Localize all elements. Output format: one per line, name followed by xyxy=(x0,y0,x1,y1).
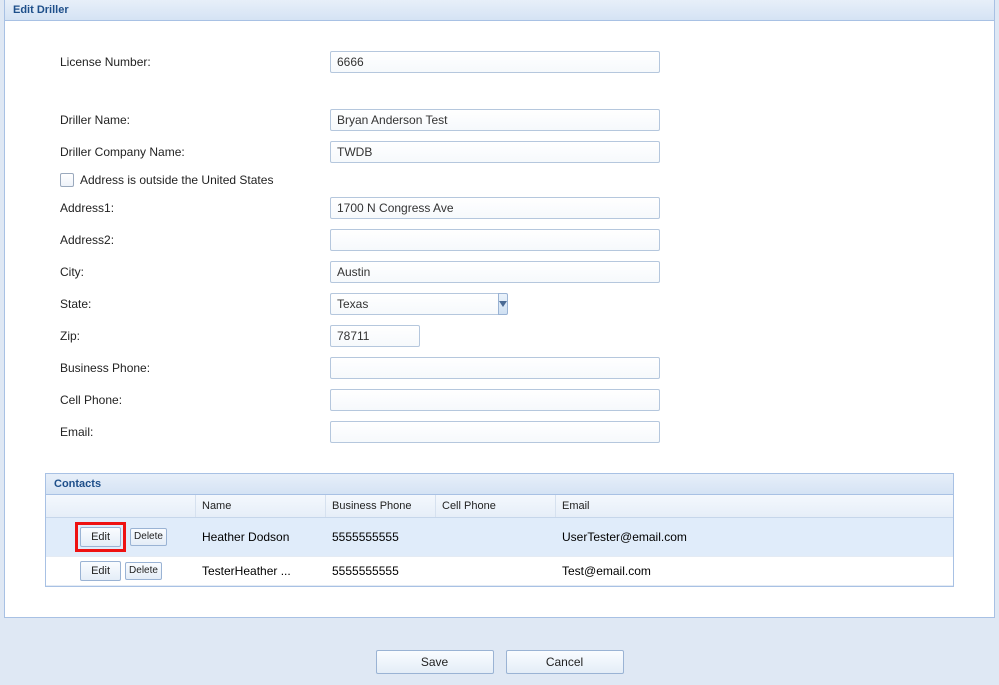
contact-email: Test@email.com xyxy=(556,560,953,582)
address1-label: Address1: xyxy=(60,201,330,215)
zip-input[interactable] xyxy=(330,325,420,347)
address2-label: Address2: xyxy=(60,233,330,247)
city-input[interactable] xyxy=(330,261,660,283)
edit-button[interactable]: Edit xyxy=(80,561,121,581)
contact-email: UserTester@email.com xyxy=(556,526,953,548)
delete-button[interactable]: Delete xyxy=(125,562,162,580)
address1-row: Address1: xyxy=(60,197,939,219)
chevron-down-icon xyxy=(499,301,507,307)
contact-name: TesterHeather ... xyxy=(196,560,326,582)
contact-bphone: 5555555555 xyxy=(326,526,436,548)
highlight-annotation: Edit xyxy=(75,522,126,552)
state-label: State: xyxy=(60,297,330,311)
state-row: State: xyxy=(60,293,939,315)
cphone-label: Cell Phone: xyxy=(60,393,330,407)
bphone-label: Business Phone: xyxy=(60,361,330,375)
cphone-input[interactable] xyxy=(330,389,660,411)
license-label: License Number: xyxy=(60,55,330,69)
contact-cphone xyxy=(436,533,556,541)
license-input[interactable] xyxy=(330,51,660,73)
driller-name-input[interactable] xyxy=(330,109,660,131)
zip-row: Zip: xyxy=(60,325,939,347)
company-label: Driller Company Name: xyxy=(60,145,330,159)
form-body: License Number: Driller Name: Driller Co… xyxy=(5,21,994,473)
contacts-panel: Contacts Name Business Phone Cell Phone … xyxy=(45,473,954,587)
zip-label: Zip: xyxy=(60,329,330,343)
bphone-input[interactable] xyxy=(330,357,660,379)
city-row: City: xyxy=(60,261,939,283)
footer-buttons: Save Cancel xyxy=(0,650,999,674)
contacts-header-name: Name xyxy=(196,495,326,517)
email-input[interactable] xyxy=(330,421,660,443)
edit-button[interactable]: Edit xyxy=(80,527,121,547)
panel-title: Edit Driller xyxy=(5,0,994,21)
contacts-header-cphone: Cell Phone xyxy=(436,495,556,517)
table-row[interactable]: Edit Delete TesterHeather ... 5555555555… xyxy=(46,557,953,586)
state-select-value[interactable] xyxy=(330,293,498,315)
company-input[interactable] xyxy=(330,141,660,163)
driller-name-row: Driller Name: xyxy=(60,109,939,131)
table-row[interactable]: Edit Delete Heather Dodson 5555555555 Us… xyxy=(46,518,953,557)
edit-driller-panel: Edit Driller License Number: Driller Nam… xyxy=(4,0,995,618)
delete-button[interactable]: Delete xyxy=(130,528,167,546)
driller-name-label: Driller Name: xyxy=(60,113,330,127)
foreign-address-row: Address is outside the United States xyxy=(60,173,939,187)
contacts-header-email: Email xyxy=(556,495,953,517)
email-label: Email: xyxy=(60,425,330,439)
contact-cphone xyxy=(436,567,556,575)
license-row: License Number: xyxy=(60,51,939,73)
contact-bphone: 5555555555 xyxy=(326,560,436,582)
email-row: Email: xyxy=(60,421,939,443)
cphone-row: Cell Phone: xyxy=(60,389,939,411)
cancel-button[interactable]: Cancel xyxy=(506,650,624,674)
foreign-address-checkbox[interactable] xyxy=(60,173,74,187)
state-select-trigger[interactable] xyxy=(498,293,508,315)
address1-input[interactable] xyxy=(330,197,660,219)
company-row: Driller Company Name: xyxy=(60,141,939,163)
contact-name: Heather Dodson xyxy=(196,526,326,548)
city-label: City: xyxy=(60,265,330,279)
contacts-header-row: Name Business Phone Cell Phone Email xyxy=(46,495,953,518)
address2-input[interactable] xyxy=(330,229,660,251)
contacts-header-bphone: Business Phone xyxy=(326,495,436,517)
address2-row: Address2: xyxy=(60,229,939,251)
state-select[interactable] xyxy=(330,293,505,315)
contacts-header-actions xyxy=(46,495,196,517)
save-button[interactable]: Save xyxy=(376,650,494,674)
foreign-address-label: Address is outside the United States xyxy=(80,173,273,187)
contacts-title: Contacts xyxy=(46,474,953,495)
bphone-row: Business Phone: xyxy=(60,357,939,379)
